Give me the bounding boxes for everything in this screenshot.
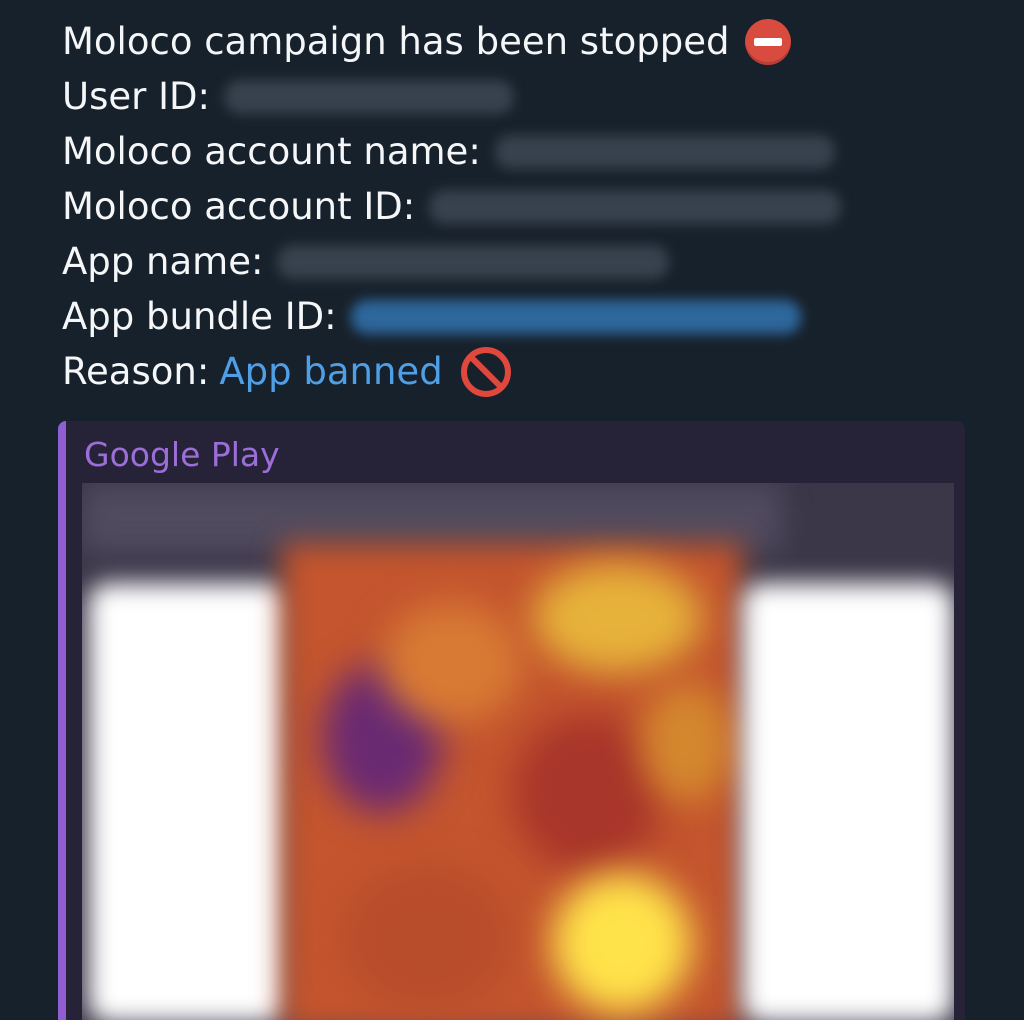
field-label: App name:: [62, 240, 264, 283]
field-label: Moloco account ID:: [62, 185, 416, 228]
redacted-value: [494, 134, 835, 169]
redacted-link-value[interactable]: [350, 299, 801, 334]
message-text: Moloco campaign has been stopped User ID…: [62, 14, 982, 399]
artwork-blob: [512, 713, 662, 873]
field-label: Reason:: [62, 350, 210, 393]
prohibited-icon: [460, 346, 511, 397]
preview-image-right-panel: [742, 583, 954, 1020]
field-label: User ID:: [62, 75, 210, 118]
field-account-name: Moloco account name:: [62, 124, 982, 179]
field-label: App bundle ID:: [62, 295, 337, 338]
artwork-blob: [342, 863, 512, 1013]
field-bundle-id: App bundle ID:: [62, 289, 982, 344]
artwork-blob: [642, 683, 732, 803]
field-account-id: Moloco account ID:: [62, 179, 982, 234]
chat-message: Moloco campaign has been stopped User ID…: [0, 0, 1024, 1020]
message-title: Moloco campaign has been stopped: [62, 14, 982, 69]
redacted-value: [277, 244, 670, 279]
field-reason: Reason: App banned: [62, 344, 982, 399]
preview-accent-bar: [58, 421, 66, 1020]
preview-site-name: Google Play: [84, 435, 280, 474]
artwork-blob: [382, 603, 522, 723]
artwork-blob: [532, 563, 702, 673]
artwork-blob: [552, 873, 692, 1013]
link-preview[interactable]: Google Play: [58, 421, 965, 1020]
field-label: Moloco account name:: [62, 130, 481, 173]
title-text: Moloco campaign has been stopped: [62, 20, 730, 63]
no-entry-icon: [745, 18, 792, 65]
reason-link[interactable]: App banned: [219, 344, 442, 399]
preview-image-left-panel: [88, 583, 288, 1020]
redacted-value: [429, 189, 842, 224]
field-user-id: User ID:: [62, 69, 982, 124]
preview-image[interactable]: [82, 483, 954, 1020]
redacted-value: [223, 79, 514, 114]
field-app-name: App name:: [62, 234, 982, 289]
